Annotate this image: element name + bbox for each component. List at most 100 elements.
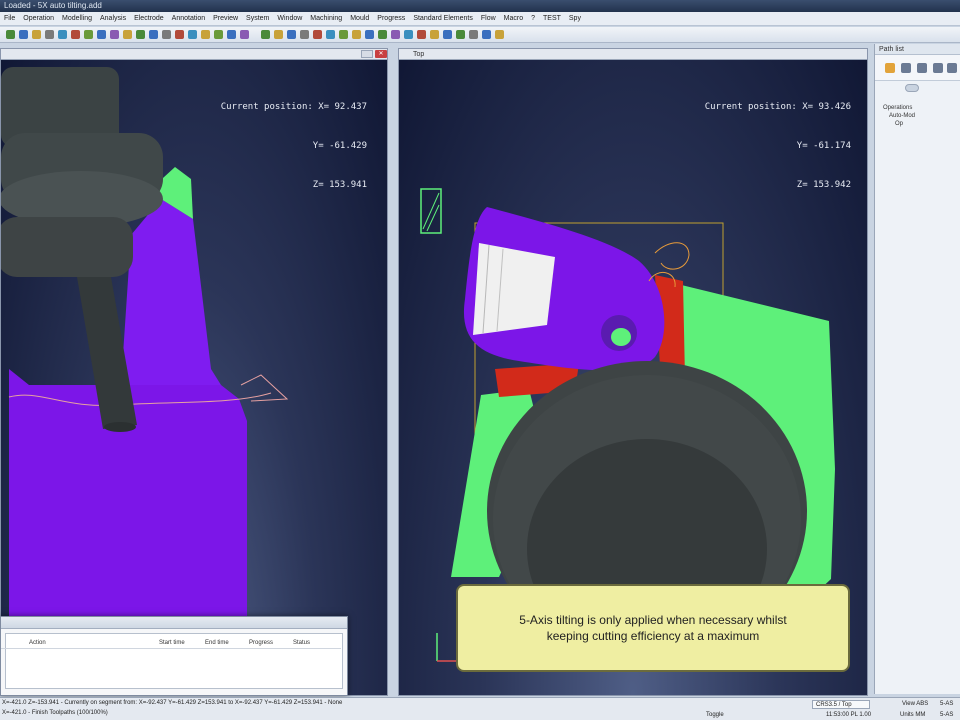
holder-lower (1, 217, 133, 277)
next-icon[interactable] (933, 63, 943, 73)
toolbar-button-icon[interactable] (123, 30, 132, 39)
toolbar-button-icon[interactable] (175, 30, 184, 39)
menu-item[interactable]: Preview (209, 12, 242, 25)
toolbar-button-icon[interactable] (469, 30, 478, 39)
column-header[interactable]: Action (29, 640, 46, 646)
toolbar-button-icon[interactable] (456, 30, 465, 39)
units-readout: Units MM (900, 712, 926, 718)
progress-columns: Action Start time End time Progress Stat… (1, 639, 341, 649)
toolbar-button-icon[interactable] (261, 30, 270, 39)
toolbar-button-icon[interactable] (287, 30, 296, 39)
status-line-1: X=-421.0 Z=-153.941 - Currently on segme… (2, 700, 343, 706)
z-value: 153.941 (329, 180, 367, 190)
toolbar-button-icon[interactable] (495, 30, 504, 39)
menu-item[interactable]: Standard Elements (409, 12, 477, 25)
tree-item[interactable]: Operations (883, 104, 915, 112)
previous-icon[interactable] (917, 63, 927, 73)
menu-item[interactable]: Flow (477, 12, 500, 25)
toolbar-button-icon[interactable] (110, 30, 119, 39)
toolbar-button-icon[interactable] (32, 30, 41, 39)
status-bar: X=-421.0 Z=-153.941 - Currently on segme… (0, 697, 960, 720)
menu-item[interactable]: Macro (500, 12, 527, 25)
menu-item[interactable]: Progress (373, 12, 409, 25)
progress-window: Action Start time End time Progress Stat… (0, 616, 348, 696)
column-header[interactable]: Progress (249, 640, 273, 646)
toolbar-button-icon[interactable] (378, 30, 387, 39)
x-value: 93.426 (818, 102, 851, 112)
column-header[interactable]: Status (293, 640, 310, 646)
coord-mode: 5-AS (940, 701, 954, 707)
column-header[interactable]: End time (205, 640, 229, 646)
view-mode[interactable]: View ABS (902, 701, 928, 707)
toolbar-button-icon[interactable] (84, 30, 93, 39)
toolbar-button-icon[interactable] (188, 30, 197, 39)
toolbar-button-icon[interactable] (391, 30, 400, 39)
record-icon[interactable] (885, 63, 895, 73)
first-icon[interactable] (901, 63, 911, 73)
toolbar-button-icon[interactable] (71, 30, 80, 39)
toolbar-button-icon[interactable] (58, 30, 67, 39)
menu-item[interactable]: Electrode (130, 12, 168, 25)
toolpath-contour-2 (240, 374, 289, 402)
menu-item[interactable]: Machining (306, 12, 346, 25)
part-white-face (473, 243, 555, 335)
progress-window-header (1, 617, 347, 629)
tree-item[interactable]: Op (883, 120, 915, 128)
toolbar-button-icon[interactable] (97, 30, 106, 39)
toolbar-button-icon[interactable] (149, 30, 158, 39)
toolbar-button-icon[interactable] (430, 30, 439, 39)
toolbar-button-icon[interactable] (201, 30, 210, 39)
toolbar-button-icon[interactable] (214, 30, 223, 39)
viewport-3d-left[interactable]: ✕ Current position: X= 92.437 Y= -61.429… (0, 48, 388, 696)
stop-icon[interactable] (947, 63, 957, 73)
menu-item[interactable]: File (0, 12, 19, 25)
panel-toolbar (875, 55, 960, 81)
menu-item[interactable]: System (242, 12, 273, 25)
caption-box: 5-Axis tilting is only applied when nece… (456, 584, 850, 672)
toolbar-button-icon[interactable] (274, 30, 283, 39)
y-value: -61.174 (813, 141, 851, 151)
toolbar-button-icon[interactable] (45, 30, 54, 39)
menu-item[interactable]: Modelling (58, 12, 96, 25)
toolbar-button-icon[interactable] (326, 30, 335, 39)
window-title: Loaded - 5X auto tilting.add (0, 0, 960, 12)
toolbar-button-icon[interactable] (313, 30, 322, 39)
menu-item[interactable]: ? (527, 12, 539, 25)
toolbar-button-icon[interactable] (417, 30, 426, 39)
bore-insert (611, 328, 631, 346)
toolbar-button-icon[interactable] (482, 30, 491, 39)
toolbar-button-icon[interactable] (352, 30, 361, 39)
menu-bar: File Operation Modelling Analysis Electrode A… (0, 12, 960, 26)
toolpath-loop (654, 242, 690, 270)
speed-slider[interactable] (905, 84, 919, 92)
operations-tree: Operations Auto-Mod Op (883, 104, 915, 128)
toolbar-button-icon[interactable] (240, 30, 249, 39)
column-header[interactable]: Start time (159, 640, 185, 646)
tree-item[interactable]: Auto-Mod (883, 112, 915, 120)
toolbar-button-icon[interactable] (404, 30, 413, 39)
menu-item[interactable]: Analysis (96, 12, 130, 25)
toggle-button[interactable]: Toggle (706, 712, 724, 718)
part-upper (121, 199, 221, 385)
menu-item[interactable]: TEST (539, 12, 565, 25)
toolbar-button-icon[interactable] (365, 30, 374, 39)
menu-item[interactable]: Operation (19, 12, 58, 25)
toolbar-button-icon[interactable] (19, 30, 28, 39)
toolbar-button-icon[interactable] (162, 30, 171, 39)
menu-item[interactable]: Spy (565, 12, 585, 25)
menu-item[interactable]: Window (273, 12, 306, 25)
menu-item[interactable]: Annotation (168, 12, 209, 25)
x-value: 92.437 (334, 102, 367, 112)
path-list-panel: Path list Operations Auto-Mod Op (874, 44, 960, 694)
toolbar-button-icon[interactable] (300, 30, 309, 39)
time-readout: 11:53:00 PL 1.00 (826, 712, 872, 718)
position-readout-right: Current position: X= 93.426 Y= -61.174 Z… (704, 102, 851, 190)
menu-item[interactable]: Mould (346, 12, 373, 25)
toolbar-button-icon[interactable] (136, 30, 145, 39)
toolbar-button-icon[interactable] (227, 30, 236, 39)
toolbar-button-icon[interactable] (6, 30, 15, 39)
coord-mode-2: 5-AS (940, 712, 954, 718)
toolbar-button-icon[interactable] (443, 30, 452, 39)
toolbar-button-icon[interactable] (339, 30, 348, 39)
main-toolbar (0, 27, 960, 43)
